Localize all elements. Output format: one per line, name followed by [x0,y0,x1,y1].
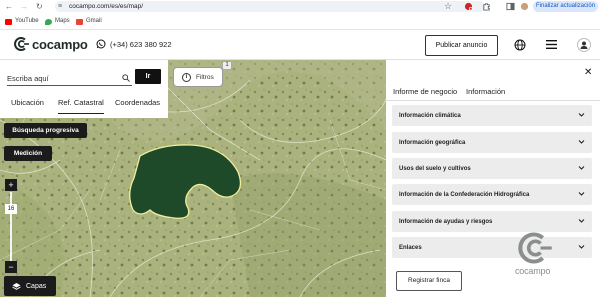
progressive-search-button[interactable]: Búsqueda progresiva [4,123,87,138]
bookmark-youtube[interactable]: YouTube [5,17,39,26]
zoom-slider-track[interactable] [10,192,12,262]
zoom-out-button[interactable]: − [5,261,17,273]
chevron-down-icon [578,245,585,249]
section-links[interactable]: Enlaces [392,237,592,258]
watermark-brand: cocampo [515,266,551,276]
tabs-divider [386,100,600,101]
url-text: cocampo.com/es/es/map/ [69,3,144,10]
chevron-down-icon [578,219,585,223]
reload-icon[interactable]: ↻ [36,1,43,12]
search-input[interactable] [7,71,117,85]
section-label: Información de ayudas y riesgos [399,219,493,225]
bookmark-gmail[interactable]: Gmail [76,17,102,26]
search-icon[interactable] [122,74,130,82]
user-icon [580,41,588,49]
filters-button[interactable]: i Filtros [173,67,223,87]
section-label: Usos del suelo y cultivos [399,166,471,172]
profile-icon[interactable] [520,2,529,11]
menu-icon[interactable] [546,40,557,49]
chevron-down-icon [578,140,585,144]
site-header: cocampo (+34) 623 380 922 Publicar anunc… [0,31,600,60]
site-logo[interactable]: cocampo [14,36,88,52]
bookmark-label: Maps [55,18,70,24]
sidepanel-icon[interactable] [506,2,515,11]
info-panel: ✕ Informe de negocio Información Informa… [386,60,600,297]
section-label: Información climática [399,113,461,119]
publish-ad-button[interactable]: Publicar anuncio [425,35,498,56]
search-field[interactable] [7,71,132,86]
user-account-button[interactable] [577,38,591,52]
chevron-down-icon [578,166,585,170]
extension-icon[interactable] [464,2,473,11]
search-go-button[interactable]: Ir [135,69,161,84]
bookmark-label: YouTube [15,18,39,24]
brand-name: cocampo [32,36,88,52]
bookmark-label: Gmail [86,18,102,24]
bookmark-maps[interactable]: Maps [45,17,70,26]
site-settings-icon[interactable]: ≡ [58,2,62,11]
address-bar[interactable]: ≡ cocampo.com/es/es/map/ [55,1,485,12]
search-panel: Ir Ubicación Ref. Catastral Coordenadas [0,60,168,118]
register-farm-button[interactable]: Registrar finca [396,271,462,291]
layers-icon [12,282,21,290]
filters-label: Filtros [196,73,214,81]
section-hydrographic[interactable]: Información de la Confederación Hidrográ… [392,184,592,205]
back-icon[interactable]: ← [5,1,13,12]
youtube-icon [5,18,12,25]
section-climate[interactable]: Información climática [392,105,592,126]
puzzle-icon[interactable] [482,2,491,11]
bookmark-star-icon[interactable]: ☆ [444,0,452,12]
tab-ubicacion[interactable]: Ubicación [11,97,44,108]
bookmarks-bar: YouTube Maps Gmail [0,13,600,30]
phone-number: (+34) 623 380 922 [110,39,172,49]
zoom-in-button[interactable]: + [5,179,17,191]
maps-icon [45,18,52,25]
info-icon: i [182,72,191,82]
search-tabs: Ubicación Ref. Catastral Coordenadas [0,94,168,114]
measure-button[interactable]: Medición [4,146,52,161]
zoom-level-handle[interactable]: 16 [5,204,17,214]
tab-business-report[interactable]: Informe de negocio [393,86,457,97]
chevron-down-icon [578,113,585,117]
section-label: Información de la Confederación Hidrográ… [399,192,530,198]
globe-icon[interactable] [514,39,526,51]
tab-ref-catastral[interactable]: Ref. Catastral [58,97,104,114]
section-label: Información geográfica [399,140,466,146]
browser-toolbar: ← → ↻ ≡ cocampo.com/es/es/map/ ☆ Finaliz… [0,0,600,13]
whatsapp-icon [96,39,106,49]
section-aid-risks[interactable]: Información de ayudas y riesgos [392,211,592,232]
cocampo-watermark-icon [518,232,552,264]
zoom-control: + 16 − [5,179,17,275]
filters-count-badge: 1 [222,61,232,70]
layers-button[interactable]: Capas [4,276,56,296]
cocampo-logo-icon [14,37,29,51]
section-label: Enlaces [399,245,422,251]
close-icon[interactable]: ✕ [584,68,592,78]
chevron-down-icon [578,192,585,196]
layers-label: Capas [26,282,47,290]
tab-information[interactable]: Información [466,86,506,101]
gmail-icon [76,18,83,25]
phone-contact[interactable]: (+34) 623 380 922 [96,39,172,49]
section-land-use[interactable]: Usos del suelo y cultivos [392,158,592,179]
section-geography[interactable]: Información geográfica [392,132,592,153]
update-button[interactable]: Finalizar actualización [533,1,598,12]
tab-coordenadas[interactable]: Coordenadas [115,97,160,108]
forward-icon[interactable]: → [20,1,28,12]
